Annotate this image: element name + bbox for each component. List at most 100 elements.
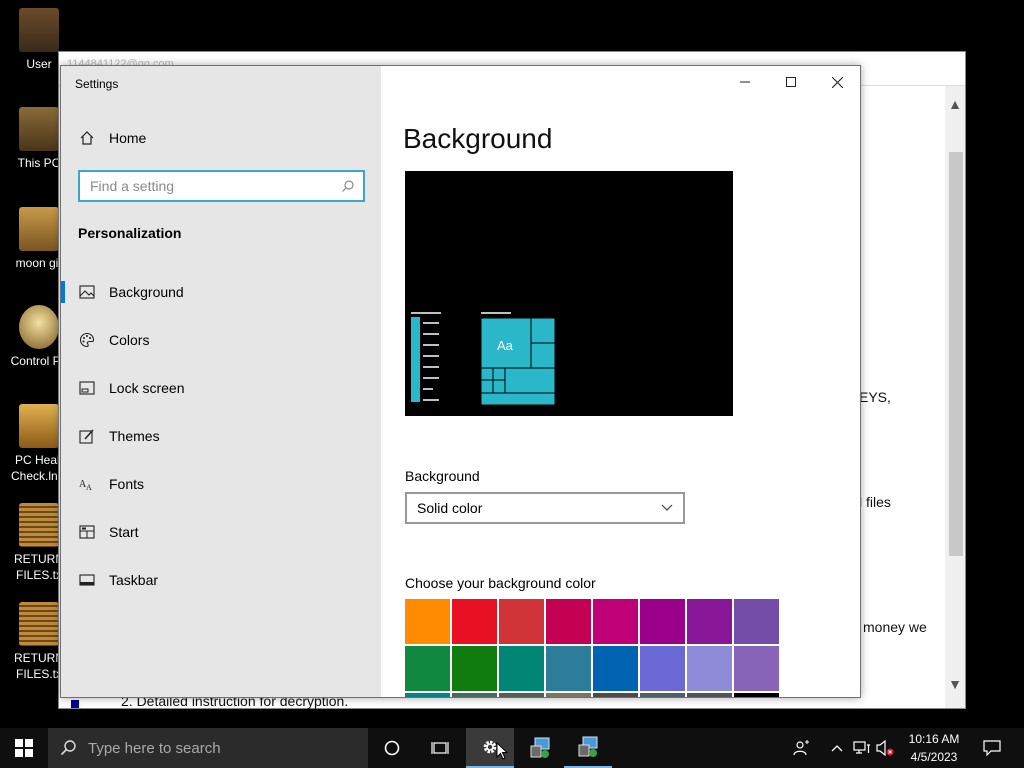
color-swatch[interactable] [405,693,450,697]
settings-search-input[interactable] [80,172,320,200]
network-computer-icon [530,737,550,758]
people-button[interactable] [788,728,816,768]
color-swatch[interactable] [640,646,685,691]
taskbar-app-1[interactable] [516,728,564,768]
color-swatch[interactable] [452,693,497,697]
home-link[interactable]: Home [79,130,146,146]
text-file-icon [19,503,59,547]
scrollbar-thumb[interactable] [949,152,963,556]
color-swatch[interactable] [452,646,497,691]
preview-illustration: Aa [411,312,556,406]
background-type-dropdown[interactable]: Solid color [405,492,685,524]
color-swatch[interactable] [546,646,591,691]
taskbar-settings-app[interactable] [466,728,514,768]
user-folder-icon [19,8,59,52]
color-swatch[interactable] [734,693,779,697]
color-swatch[interactable] [640,599,685,644]
volume-muted-icon [876,740,894,756]
search-icon[interactable] [341,179,355,193]
color-swatch-grid [405,599,779,697]
taskbar-search-placeholder: Type here to search [88,739,221,757]
scroll-down-icon[interactable]: ▼ [948,676,962,692]
network-status-button[interactable] [850,728,874,768]
taskbar-search-box[interactable]: Type here to search [48,728,368,768]
color-swatch[interactable] [687,646,732,691]
nav-label: Start [109,524,139,540]
color-swatch[interactable] [499,599,544,644]
nav-item-start[interactable]: Start [61,508,381,556]
color-swatch[interactable] [687,599,732,644]
color-swatch[interactable] [499,646,544,691]
network-computer-icon [578,736,598,757]
lock-screen-icon [79,381,95,395]
start-button[interactable] [0,728,48,768]
brush-icon [79,429,94,444]
cortana-icon [384,740,400,756]
control-panel-icon [19,305,59,349]
show-hidden-icons-button[interactable] [826,728,848,768]
color-swatch[interactable] [546,599,591,644]
chevron-down-icon [661,504,673,511]
color-swatch[interactable] [405,646,450,691]
desktop-preview: Aa [405,171,733,416]
clock-time: 10:16 AM [908,732,960,746]
window-controls [722,66,860,98]
nav-item-colors[interactable]: Colors [61,316,381,364]
taskbar-clock[interactable]: 10:16 AM 4/5/2023 [896,730,972,766]
nav-label: Fonts [109,476,145,492]
nav-item-lock-screen[interactable]: Lock screen [61,364,381,412]
nav-label: Background [109,284,184,300]
svg-text:A: A [86,483,92,492]
maximize-button[interactable] [768,66,814,98]
color-swatch[interactable] [593,599,638,644]
task-view-button[interactable] [416,728,464,768]
nav-label: Themes [109,428,160,444]
color-swatch[interactable] [687,693,732,697]
minimize-button[interactable] [722,66,768,98]
nav-item-taskbar[interactable]: Taskbar [61,556,381,604]
action-center-button[interactable] [978,728,1006,768]
picture-icon [79,285,95,299]
preview-tiles [480,317,556,406]
text-fragment: l files [859,494,891,510]
color-swatch[interactable] [452,599,497,644]
taskbar-icon [79,574,95,586]
color-swatch[interactable] [734,646,779,691]
people-icon [793,740,809,756]
home-icon [80,131,94,145]
settings-window: Settings Home Personalization Background… [60,65,861,698]
scroll-up-icon[interactable]: ▲ [948,96,962,112]
color-swatch[interactable] [640,693,685,697]
color-swatch[interactable] [499,693,544,697]
volume-button[interactable] [874,728,896,768]
color-swatch[interactable] [405,599,450,644]
minimize-icon [740,81,750,83]
app-title: Settings [75,77,119,91]
background-type-label: Background [405,468,480,484]
nav-label: Colors [109,332,150,348]
computer-icon [19,107,59,151]
preview-tile-text: Aa [497,338,514,353]
preview-start-bar [411,317,420,402]
nav-item-background[interactable]: Background [61,268,381,316]
background-type-value: Solid color [417,500,483,516]
color-swatch[interactable] [734,599,779,644]
folder-icon [19,207,59,251]
vertical-scrollbar[interactable]: ▲ ▼ [945,86,965,708]
nav-item-themes[interactable]: Themes [61,412,381,460]
cortana-button[interactable] [368,728,416,768]
section-heading: Personalization [78,225,182,241]
nav-item-fonts[interactable]: AA Fonts [61,460,381,508]
close-button[interactable] [814,66,860,98]
chevron-up-icon [831,745,843,752]
text-file-icon [19,602,59,646]
settings-search-box[interactable] [78,170,365,202]
close-icon [831,76,843,88]
color-swatch[interactable] [593,693,638,697]
maximize-icon [786,77,796,87]
settings-content: Background Aa Background Solid color Cho… [381,66,860,697]
color-swatch[interactable] [593,646,638,691]
taskbar-app-2[interactable] [564,728,612,768]
palette-icon [79,332,95,348]
color-swatch[interactable] [546,693,591,697]
